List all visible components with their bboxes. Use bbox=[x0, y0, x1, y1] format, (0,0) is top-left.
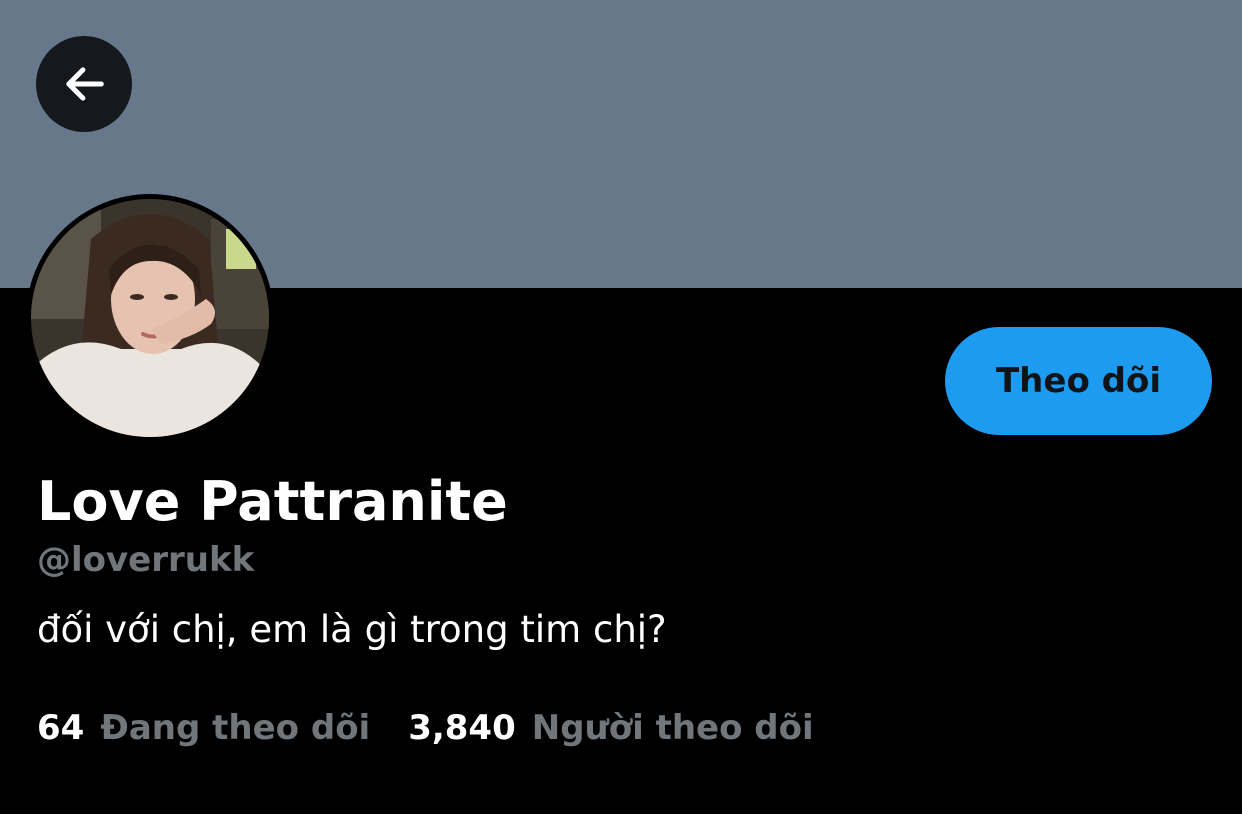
avatar-photo bbox=[31, 199, 269, 437]
following-count: 64 bbox=[37, 708, 85, 748]
following-stat[interactable]: 64 Đang theo dõi bbox=[37, 703, 370, 753]
followers-count: 3,840 bbox=[408, 708, 516, 748]
follow-button[interactable]: Theo dõi bbox=[945, 327, 1212, 435]
avatar[interactable] bbox=[26, 194, 274, 442]
user-handle: @loverrukk bbox=[37, 540, 255, 580]
arrow-left-icon bbox=[66, 67, 104, 101]
display-name: Love Pattranite bbox=[37, 470, 508, 533]
following-label: Đang theo dõi bbox=[100, 708, 371, 748]
profile-page: Theo dõi Love Pattranite @loverrukk đối … bbox=[0, 0, 1242, 814]
profile-stats: 64 Đang theo dõi 3,840 Người theo dõi bbox=[37, 703, 814, 753]
back-button[interactable] bbox=[36, 36, 132, 132]
followers-label: Người theo dõi bbox=[531, 708, 814, 748]
followers-stat[interactable]: 3,840 Người theo dõi bbox=[408, 703, 813, 753]
profile-bio: đối với chị, em là gì trong tim chị? bbox=[37, 608, 667, 651]
